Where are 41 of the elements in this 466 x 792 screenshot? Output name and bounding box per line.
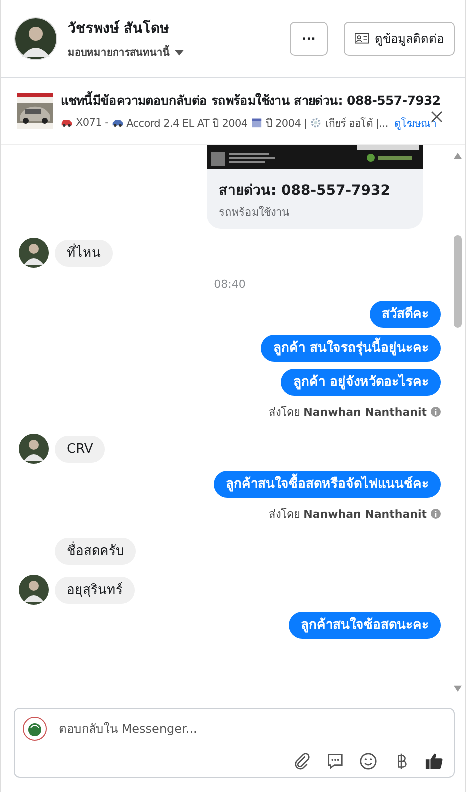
- contact-name: วัชรพงษ์ สันโดษ: [68, 19, 170, 39]
- info-icon[interactable]: [431, 407, 441, 417]
- sent-by-label: ส่งโดย Nanwhan Nanthanit: [269, 507, 427, 523]
- message-input[interactable]: ตอบกลับใน Messenger...: [57, 721, 444, 737]
- message-bubble: ชื่อสดครับ: [55, 538, 136, 564]
- car-icon: [112, 118, 124, 128]
- ad-detail: ปี 2004 |: [266, 116, 308, 132]
- sent-by-label: ส่งโดย Nanwhan Nanthanit: [269, 405, 427, 421]
- ad-card[interactable]: สายด่วน: 088-557-7932 รถพร้อมใช้งาน: [207, 145, 423, 229]
- avatar: [14, 16, 58, 60]
- calendar-icon: [250, 118, 263, 128]
- attachment-icon[interactable]: [293, 752, 312, 771]
- ad-title: แชทนี้มีข้อความตอบกลับต่อ รถพร้อมใช้งาน สายด่วน: 088-557-7932: [61, 90, 441, 110]
- contact-info-button[interactable]: ดูข้อมูลติดต่อ: [344, 22, 455, 56]
- message-bubble: ลูกค้า สนใจรถรุ่นนี้อยู่นะคะ: [261, 335, 441, 362]
- info-icon[interactable]: [431, 509, 441, 519]
- more-button[interactable]: ···: [290, 22, 328, 56]
- card-subtitle: รถพร้อมใช้งาน: [219, 205, 291, 221]
- message-bubble: ลูกค้าสนใจซื้อสดหรือจัดไฟแนนช์คะ: [214, 471, 441, 498]
- gear-icon: [310, 118, 322, 128]
- like-icon[interactable]: [425, 752, 444, 771]
- message-bubble: ที่ไหน: [55, 240, 113, 266]
- message-bubble: ลูกค้าสนใจซ้อสดนะคะ: [289, 612, 441, 639]
- message-bubble: ลูกค้า อยู่จังหวัดอะไรคะ: [281, 369, 441, 396]
- assign-dropdown[interactable]: มอบหมายการสนทนานี้: [68, 45, 184, 60]
- view-ad-link[interactable]: ดูโฆษณา: [394, 114, 437, 132]
- emoji-icon[interactable]: [359, 752, 378, 771]
- reply-box[interactable]: ตอบกลับใน Messenger...: [14, 708, 455, 778]
- card-title: สายด่วน: 088-557-7932: [219, 182, 392, 201]
- message-bubble: อยุสุรินทร์: [55, 576, 135, 604]
- chat-icon[interactable]: [326, 752, 345, 771]
- message-bubble: CRV: [55, 436, 106, 462]
- id-card-icon: [355, 33, 369, 44]
- caret-icon: [175, 50, 184, 56]
- car-icon: [61, 118, 73, 128]
- message-bubble: สวัสดีคะ: [370, 301, 441, 328]
- ad-detail: เกียร์ ออโต้ |...: [325, 116, 388, 132]
- timestamp: 08:40: [214, 278, 246, 291]
- ad-detail: X071 -: [76, 117, 109, 129]
- page-logo: [23, 717, 47, 741]
- ad-detail: Accord 2.4 EL AT ปี 2004: [126, 116, 248, 132]
